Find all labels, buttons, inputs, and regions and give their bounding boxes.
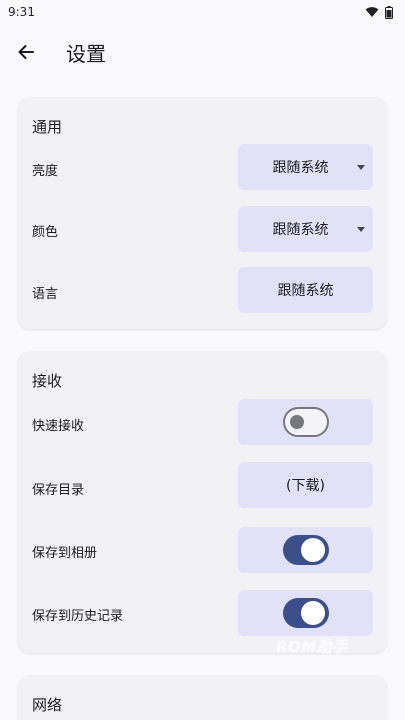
network-settings-card: 网络 [18,675,387,720]
status-time: 9:31 [8,5,35,19]
status-icons [365,5,393,19]
save-dir-label: 保存目录 [32,483,85,498]
language-button[interactable]: 跟随系统 [238,267,373,313]
arrow-back-icon [18,45,34,59]
general-settings-card: 通用 亮度 跟随系统 颜色 跟随系统 语言 跟随系统 [18,97,387,329]
switch-thumb [300,538,325,562]
save-dir-button[interactable]: (下载) [238,462,373,508]
page-title: 设置 [66,41,106,66]
switch-thumb [289,415,304,429]
language-value: 跟随系统 [277,283,334,299]
save-to-album-switch[interactable] [282,535,329,565]
color-label: 颜色 [32,225,59,240]
save-dir-value: (下载) [286,478,325,494]
receive-settings-card: 接收 快速接收 保存目录 (下载) 保存到相册 保存到历史记录 [18,351,387,653]
dropdown-arrow-icon [357,165,365,170]
dropdown-arrow-icon [357,227,365,232]
network-section-title: 网络 [32,696,63,714]
brightness-label: 亮度 [32,164,59,179]
color-dropdown[interactable]: 跟随系统 [238,206,373,252]
receive-section-title: 接收 [32,372,63,390]
language-label: 语言 [32,287,59,302]
watermark: ROM助手 [276,638,348,656]
save-to-history-toggle-container[interactable] [238,590,373,636]
quick-receive-label: 快速接收 [32,419,85,434]
general-section-title: 通用 [32,118,63,136]
save-to-album-toggle-container[interactable] [238,527,373,573]
battery-icon [385,5,393,19]
app-bar: 设置 [0,26,405,78]
save-to-history-switch[interactable] [282,598,329,628]
save-to-history-label: 保存到历史记录 [32,609,124,624]
switch-thumb [300,601,325,625]
save-to-album-label: 保存到相册 [32,546,98,561]
status-bar: 9:31 [0,0,405,24]
quick-receive-toggle-container[interactable] [238,399,373,445]
brightness-value: 跟随系统 [272,160,329,176]
wifi-icon [365,7,379,17]
color-value: 跟随系统 [272,222,329,238]
quick-receive-switch[interactable] [282,407,329,437]
brightness-dropdown[interactable]: 跟随系统 [238,144,373,190]
back-button[interactable] [2,28,50,76]
